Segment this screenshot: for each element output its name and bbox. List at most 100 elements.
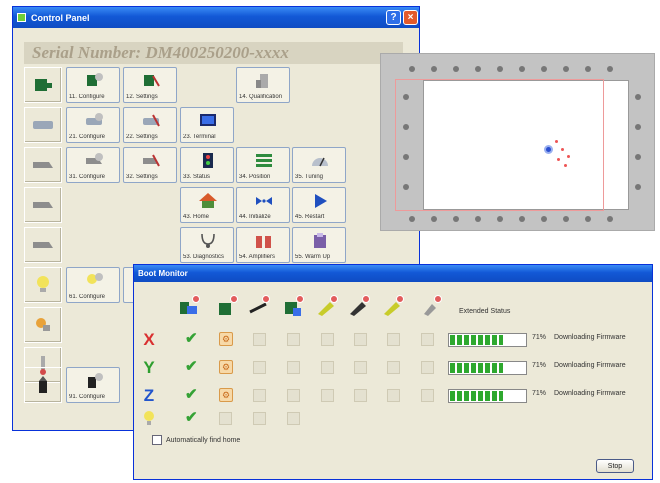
settings-button-32[interactable]: 32. Settings [123,147,177,183]
status-box [287,361,300,374]
position-icon [256,154,272,167]
diagnostics-button-53[interactable]: 53. Diagnostics [180,227,234,263]
axis-header-icon [382,295,404,318]
button-label: 12. Settings [126,94,158,100]
button-label: 43. Home [183,214,210,220]
configure-icon [86,113,103,125]
button-label: 33. Status [183,174,211,180]
status-text: Downloading Firmware [554,334,626,341]
button-label: 34. Position [239,174,271,180]
auto-home-option[interactable]: Automatically find home [152,435,240,445]
configure-button-91[interactable]: 91. Configure [66,367,120,403]
progress-percent: 71% [532,362,547,369]
mount-hole [453,216,459,222]
close-button[interactable]: × [403,10,418,25]
current-position-marker [544,145,553,154]
axis-label: Z [143,386,155,405]
mount-hole [541,216,547,222]
tuning-gauge-icon [312,157,328,167]
button-label: 44. Initialize [239,214,271,220]
network-header-icon [282,295,304,318]
progress-fill [450,335,504,345]
row-5: 53. Diagnostics 54. Amplifiers 55. Warm … [24,227,403,264]
axis-label: Y [143,358,155,377]
row-2: 21. Configure 22. Settings 23. Terminal [24,107,403,144]
restart-button-45[interactable]: 45. Restart [292,187,346,223]
mount-hole [635,184,641,190]
controller-header-icon [178,295,200,318]
settings-button-12[interactable]: 12. Settings [123,67,177,103]
terminal-icon [200,114,216,126]
auto-home-checkbox[interactable] [152,435,162,445]
motor-icon [24,227,62,263]
boot-monitor-titlebar[interactable]: Boot Monitor [134,265,652,282]
configure-button-11[interactable]: 11. Configure [66,67,120,103]
amplifiers-icon [256,236,271,248]
status-box [421,361,434,374]
mount-hole [475,216,481,222]
terminal-button-23[interactable]: 23. Terminal [180,107,234,143]
warm-up-button-55[interactable]: 55. Warm Up [292,227,346,263]
initialize-button-44[interactable]: 44. Initialize [236,187,290,223]
gear-icon: ⚙ [219,360,233,374]
stage-map-view[interactable] [380,53,655,231]
target-point [564,164,567,167]
amplifiers-button-54[interactable]: 54. Amplifiers [236,227,290,263]
status-box [387,333,400,346]
travel-limit-outline [395,79,604,211]
configure-button-21[interactable]: 21. Configure [66,107,120,143]
motor-icon [24,187,62,223]
mount-hole [519,216,525,222]
mount-hole [431,216,437,222]
row-4: 43. Home 44. Initialize 45. Restart [24,187,403,224]
target-point [567,155,570,158]
check-icon: ✔ [185,330,198,347]
button-label: 61. Configure [69,294,106,300]
status-box [387,361,400,374]
control-panel-titlebar[interactable]: Control Panel ? × [13,7,419,28]
status-icon [203,153,213,168]
check-icon: ✔ [185,358,198,375]
mount-hole [409,66,415,72]
status-box [253,361,266,374]
status-box [253,389,266,402]
configure-button-61[interactable]: 61. Configure [66,267,120,303]
initialize-icon [256,197,272,205]
mount-hole [563,66,569,72]
diagnostics-icon [201,233,215,248]
light-bulb-icon [24,267,62,303]
help-button[interactable]: ? [386,10,401,25]
check-icon: ✔ [185,409,198,426]
home-button-43[interactable]: 43. Home [180,187,234,223]
button-label: 21. Configure [69,134,106,140]
configure-button-31[interactable]: 31. Configure [66,147,120,183]
button-label: 54. Amplifiers [239,254,276,260]
qualification-button-14[interactable]: 14. Qualification [236,67,290,103]
settings-button-22[interactable]: 22. Settings [123,107,177,143]
app-icon [17,13,26,22]
button-label: 23. Terminal [183,134,216,140]
status-box [321,333,334,346]
mount-hole [519,66,525,72]
connector-icon [24,107,62,143]
status-text: Downloading Firmware [554,362,626,369]
status-box [354,361,367,374]
target-point [555,140,558,143]
stop-button[interactable]: Stop [596,459,634,473]
position-button-34[interactable]: 34. Position [236,147,290,183]
status-box [219,412,232,425]
status-button-33[interactable]: 33. Status [180,147,234,183]
button-label: 55. Warm Up [295,254,331,260]
axis-row-z: Z ✔ ⚙ 71% Downloading Firmware [134,385,654,407]
mount-hole [541,66,547,72]
target-point [561,148,564,151]
button-label: 14. Qualification [239,94,283,100]
restart-icon [315,194,327,208]
auto-home-label: Automatically find home [166,436,241,444]
button-label: 32. Settings [126,174,158,180]
status-box [354,333,367,346]
configure-icon [87,273,103,284]
mount-hole [409,216,415,222]
motor-icon [24,147,62,183]
tuning-button-35[interactable]: 35. Tuning [292,147,346,183]
